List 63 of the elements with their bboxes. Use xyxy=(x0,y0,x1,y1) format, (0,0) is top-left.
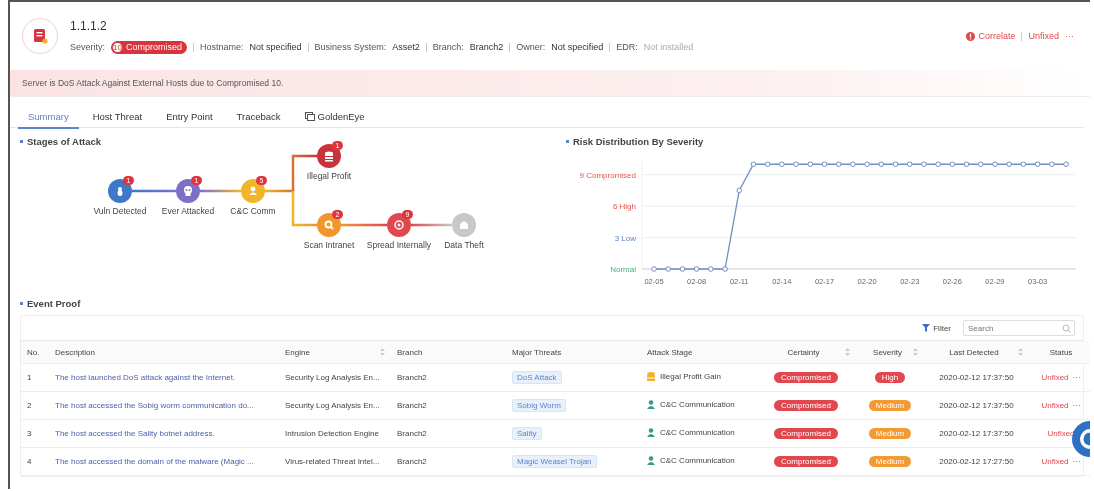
column-header: Major Threats xyxy=(506,341,641,364)
certainty-badge: Compromised xyxy=(774,372,838,383)
certainty-badge: Compromised xyxy=(774,400,838,411)
column-header: Branch xyxy=(391,341,506,364)
stage-label: C&C Comm xyxy=(229,206,277,217)
field-label: EDR: xyxy=(616,42,638,52)
severity-badge: Medium xyxy=(868,428,912,439)
alert-banner: Server is DoS Attack Against External Hosts due to Compromised 10. xyxy=(10,70,1090,97)
table-cell: 2020-02-12 17:37:50 xyxy=(924,391,1029,420)
table-cell: Branch2 xyxy=(391,363,506,392)
table-cell: Branch2 xyxy=(391,391,506,420)
certainty-badge: Compromised xyxy=(774,456,838,467)
attack-stage: C&C Communication xyxy=(660,428,735,437)
table-cell: Branch2 xyxy=(391,419,506,448)
threat-tag: DoS Attack xyxy=(512,371,562,384)
table-cell: 2020-02-12 17:27:50 xyxy=(924,447,1029,476)
stage-label: Scan Intranet xyxy=(302,240,356,251)
table-cell: Security Log Analysis En... xyxy=(279,363,391,392)
column-header: Attack Stage xyxy=(641,341,756,364)
field-label: Branch: xyxy=(432,42,464,52)
attack-stage: C&C Communication xyxy=(660,456,735,465)
field-value: Not specified xyxy=(551,42,604,52)
table-cell: 2020-02-12 17:37:50 xyxy=(924,363,1029,392)
axis-label: 9 Compromised xyxy=(579,170,636,180)
severity-badge: Medium xyxy=(868,400,912,411)
table-cell: 1 xyxy=(21,363,49,392)
table-cell: 4 xyxy=(21,447,49,476)
column-header: Status xyxy=(1029,341,1090,364)
severity-badge: Medium xyxy=(868,456,912,467)
field-value: Not specified xyxy=(249,42,302,52)
stage-label: Ever Attacked xyxy=(160,206,216,217)
stage-label: Illegal Profit xyxy=(305,171,353,182)
threat-tag: Sality xyxy=(512,427,542,440)
attack-stage: Illegal Profit Gain xyxy=(660,372,721,381)
attack-stage: C&C Communication xyxy=(660,400,735,409)
asset-title: 1.1.1.2 xyxy=(70,18,108,33)
field-label: Business System: xyxy=(314,42,387,52)
table-cell: Virus-related Threat Intel... xyxy=(279,447,391,476)
column-header: Description xyxy=(49,341,279,364)
field-value: Asset2 xyxy=(392,42,420,52)
axis-label: 3 Low xyxy=(614,233,636,243)
table-cell: Intrusion Detection Engine xyxy=(279,419,391,448)
table-cell: 2020-02-12 17:37:50 xyxy=(924,419,1029,448)
field-label: Owner: xyxy=(516,42,546,52)
field-label: Hostname: xyxy=(200,42,244,52)
severity-badge: High xyxy=(874,372,906,383)
table-cell: 3 xyxy=(21,419,49,448)
column-header: No. xyxy=(21,341,49,364)
stage-label: Spread Internally xyxy=(365,240,433,251)
section-title: Event Proof xyxy=(20,298,1084,309)
severity-badge: 10 Compromised xyxy=(111,40,188,54)
axis-label: Normal xyxy=(610,265,636,274)
threat-tag: Sobig Worm xyxy=(512,399,566,412)
section-title: Risk Distribution By Severity xyxy=(566,128,1086,147)
table-cell: Security Log Analysis En... xyxy=(279,391,391,420)
table-cell: 2 xyxy=(21,391,49,420)
field-value: Branch2 xyxy=(469,42,504,52)
field-label: Severity: xyxy=(70,42,105,52)
certainty-badge: Compromised xyxy=(774,428,838,439)
axis-label: 6 High xyxy=(612,202,636,212)
stage-label: Vuln Detected xyxy=(92,206,148,217)
table-cell: Branch2 xyxy=(391,447,506,476)
threat-tag: Magic Weasel Trojan xyxy=(512,455,597,468)
